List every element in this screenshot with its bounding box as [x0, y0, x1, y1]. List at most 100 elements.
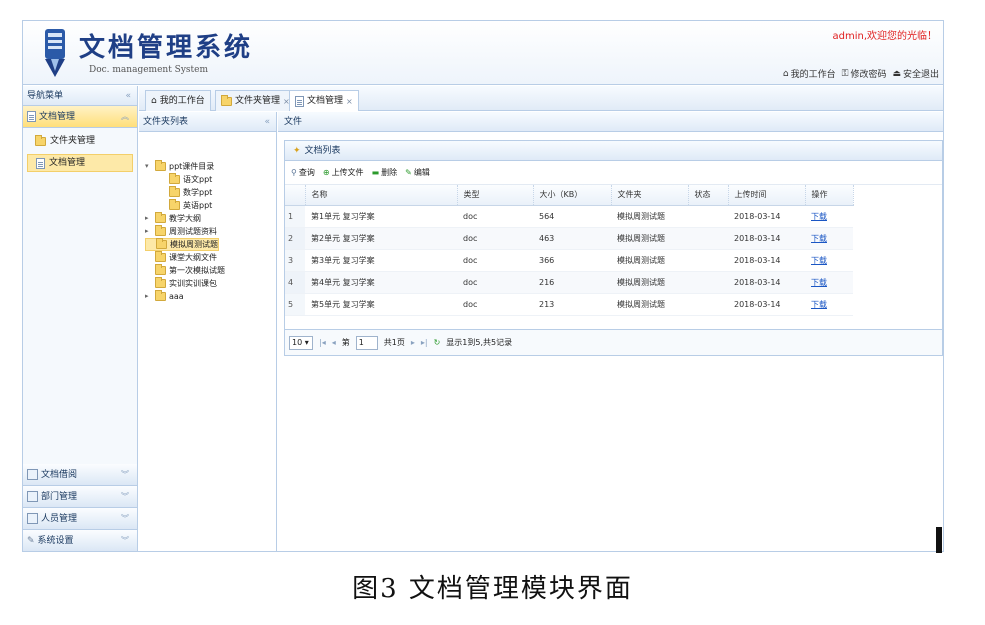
page-number-input[interactable]: 1 [355, 335, 378, 350]
collapse-left-icon[interactable]: « [125, 86, 131, 106]
pager-summary: 显示1到5,共5记录 [446, 338, 513, 347]
table-row[interactable]: 1 第1单元 复习学案 doc 564 模拟周测试题 2018-03-14 下载 [285, 205, 853, 228]
chevron-down-icon: ︾ [121, 491, 129, 501]
tree-node[interactable]: ▸ 周测试题资料 [145, 225, 217, 238]
tree-node[interactable]: 语文ppt [159, 173, 212, 186]
header-links: ⌂ 我的工作台 ⚿ 修改密码 ⏏ 安全退出 [782, 67, 939, 81]
nav-section-departments[interactable]: 部门管理 ︾ [23, 486, 137, 508]
row-number: 1 [285, 205, 305, 228]
edit-button[interactable]: ✎ 编辑 [405, 167, 430, 178]
nav-section-document-management[interactable]: 文档管理 ︽ [23, 106, 137, 128]
exit-icon: ⏏ [892, 68, 901, 79]
cell-status [688, 227, 728, 250]
document-icon [27, 111, 36, 122]
folder-icon [155, 160, 166, 171]
download-link[interactable]: 下载 [811, 212, 827, 221]
logout-link[interactable]: ⏏ 安全退出 [892, 67, 939, 81]
download-link[interactable]: 下载 [811, 256, 827, 265]
app-subtitle: Doc. management System [89, 65, 209, 75]
page-size-select[interactable]: 10 ▾ [289, 335, 313, 350]
tree-node[interactable]: ▸ 教学大纲 [145, 212, 201, 225]
tab-folder-management[interactable]: 文件夹管理 × [215, 90, 296, 111]
collapse-left-icon[interactable]: « [264, 112, 270, 132]
department-icon [27, 491, 38, 502]
search-button[interactable]: ⚲ 查询 [291, 167, 315, 178]
tree-node[interactable]: 实训实训课包 [145, 277, 217, 290]
tree-node[interactable]: 第一次模拟试题 [145, 264, 225, 277]
folder-icon [155, 277, 166, 288]
folder-icon [155, 264, 166, 275]
workbench-link[interactable]: ⌂ 我的工作台 [782, 67, 836, 81]
folder-icon [156, 238, 167, 249]
download-link[interactable]: 下载 [811, 278, 827, 287]
cell-type: doc [457, 271, 533, 294]
home-icon: ⌂ [782, 68, 789, 79]
tree-node[interactable]: 模拟周测试题 [145, 238, 219, 251]
tree-node[interactable]: 数学ppt [159, 186, 212, 199]
folder-icon [35, 134, 46, 146]
page-prefix: 第 [341, 338, 350, 347]
tree-node[interactable]: ▾ ppt课件目录 [145, 160, 214, 173]
nav-section-borrowing[interactable]: 文档借阅 ︾ [23, 464, 137, 486]
welcome-message: admin,欢迎您的光临！ [832, 31, 937, 42]
table-row[interactable]: 4 第4单元 复习学案 doc 216 模拟周测试题 2018-03-14 下载 [285, 271, 853, 294]
book-icon [27, 469, 38, 480]
upload-button[interactable]: ⊕ 上传文件 [323, 167, 364, 178]
close-tab-icon[interactable]: × [346, 92, 353, 111]
tab-workbench[interactable]: ⌂ 我的工作台 [145, 90, 211, 111]
tree-node-label: 实训实训课包 [169, 279, 217, 288]
chevron-right-icon[interactable]: ▸ [145, 290, 152, 303]
cell-folder: 模拟周测试题 [611, 293, 688, 316]
document-grid: ✦ 文档列表 ⚲ 查询 ⊕ 上传文件 ▬ 删除 ✎ 编辑 名称 类型 大小（KB） 文件… [284, 140, 943, 356]
first-page-button[interactable]: |◂ [319, 338, 326, 347]
cell-action: 下载 [805, 205, 853, 228]
tree-node[interactable]: 英语ppt [159, 199, 212, 212]
sidebar-item-folder-management[interactable]: 文件夹管理 [27, 132, 133, 150]
tab-document-management[interactable]: 文档管理 × [289, 90, 359, 111]
column-header-folder[interactable]: 文件夹 [611, 185, 689, 206]
scrollbar-edge [936, 527, 942, 553]
cell-name: 第2单元 复习学案 [305, 227, 457, 250]
chevron-down-icon: ︾ [121, 469, 129, 479]
nav-section-settings[interactable]: ✎ 系统设置 ︾ [23, 530, 137, 551]
chevron-down-icon[interactable]: ▾ [145, 160, 152, 173]
sidebar-item-document-management[interactable]: 文档管理 [27, 154, 133, 172]
cell-status [688, 205, 728, 228]
last-page-button[interactable]: ▸| [421, 338, 428, 347]
column-header-upload-time[interactable]: 上传时间 [728, 185, 806, 206]
folder-icon [155, 225, 166, 236]
cell-name: 第4单元 复习学案 [305, 271, 457, 294]
cell-type: doc [457, 205, 533, 228]
app-title: 文档管理系统 [79, 33, 254, 63]
column-header-status[interactable]: 状态 [688, 185, 729, 206]
download-link[interactable]: 下载 [811, 234, 827, 243]
sidebar-nav: 导航菜单 « 文档管理 ︽ 文件夹管理 文档管理 文档借阅 ︾ 部门管理 ︾ 人… [23, 86, 138, 551]
chevron-right-icon[interactable]: ▸ [145, 212, 152, 225]
table-row[interactable]: 3 第3单元 复习学案 doc 366 模拟周测试题 2018-03-14 下载 [285, 249, 853, 272]
download-link[interactable]: 下载 [811, 300, 827, 309]
wrench-icon: ✎ [27, 535, 35, 546]
column-header-action: 操作 [805, 185, 854, 206]
cell-size: 463 [533, 227, 611, 250]
column-header-name[interactable]: 名称 [305, 185, 458, 206]
column-header-size[interactable]: 大小（KB） [533, 185, 612, 206]
cell-action: 下载 [805, 271, 853, 294]
add-icon: ⊕ [322, 168, 330, 177]
refresh-icon[interactable]: ↻ [434, 338, 441, 347]
tree-node[interactable]: 课堂大纲文件 [145, 251, 217, 264]
prev-page-button[interactable]: ◂ [332, 338, 336, 347]
folder-tree-title: 文件夹列表 « [139, 112, 276, 132]
tree-node[interactable]: ▸ aaa [145, 290, 184, 303]
tree-node-label: 周测试题资料 [169, 227, 217, 236]
nav-section-users[interactable]: 人员管理 ︾ [23, 508, 137, 530]
chevron-right-icon[interactable]: ▸ [145, 225, 152, 238]
delete-button[interactable]: ▬ 删除 [372, 167, 398, 178]
next-page-button[interactable]: ▸ [411, 338, 415, 347]
column-header-type[interactable]: 类型 [457, 185, 534, 206]
table-row[interactable]: 5 第5单元 复习学案 doc 213 模拟周测试题 2018-03-14 下载 [285, 293, 853, 316]
table-row[interactable]: 2 第2单元 复习学案 doc 463 模拟周测试题 2018-03-14 下载 [285, 227, 853, 250]
table-header-row: 名称 类型 大小（KB） 文件夹 状态 上传时间 操作 [285, 185, 854, 206]
document-table: 名称 类型 大小（KB） 文件夹 状态 上传时间 操作 1 第1单元 复习学案 do… [285, 185, 854, 316]
change-password-link[interactable]: ⚿ 修改密码 [842, 67, 887, 81]
tree-node-label: aaa [169, 292, 184, 301]
